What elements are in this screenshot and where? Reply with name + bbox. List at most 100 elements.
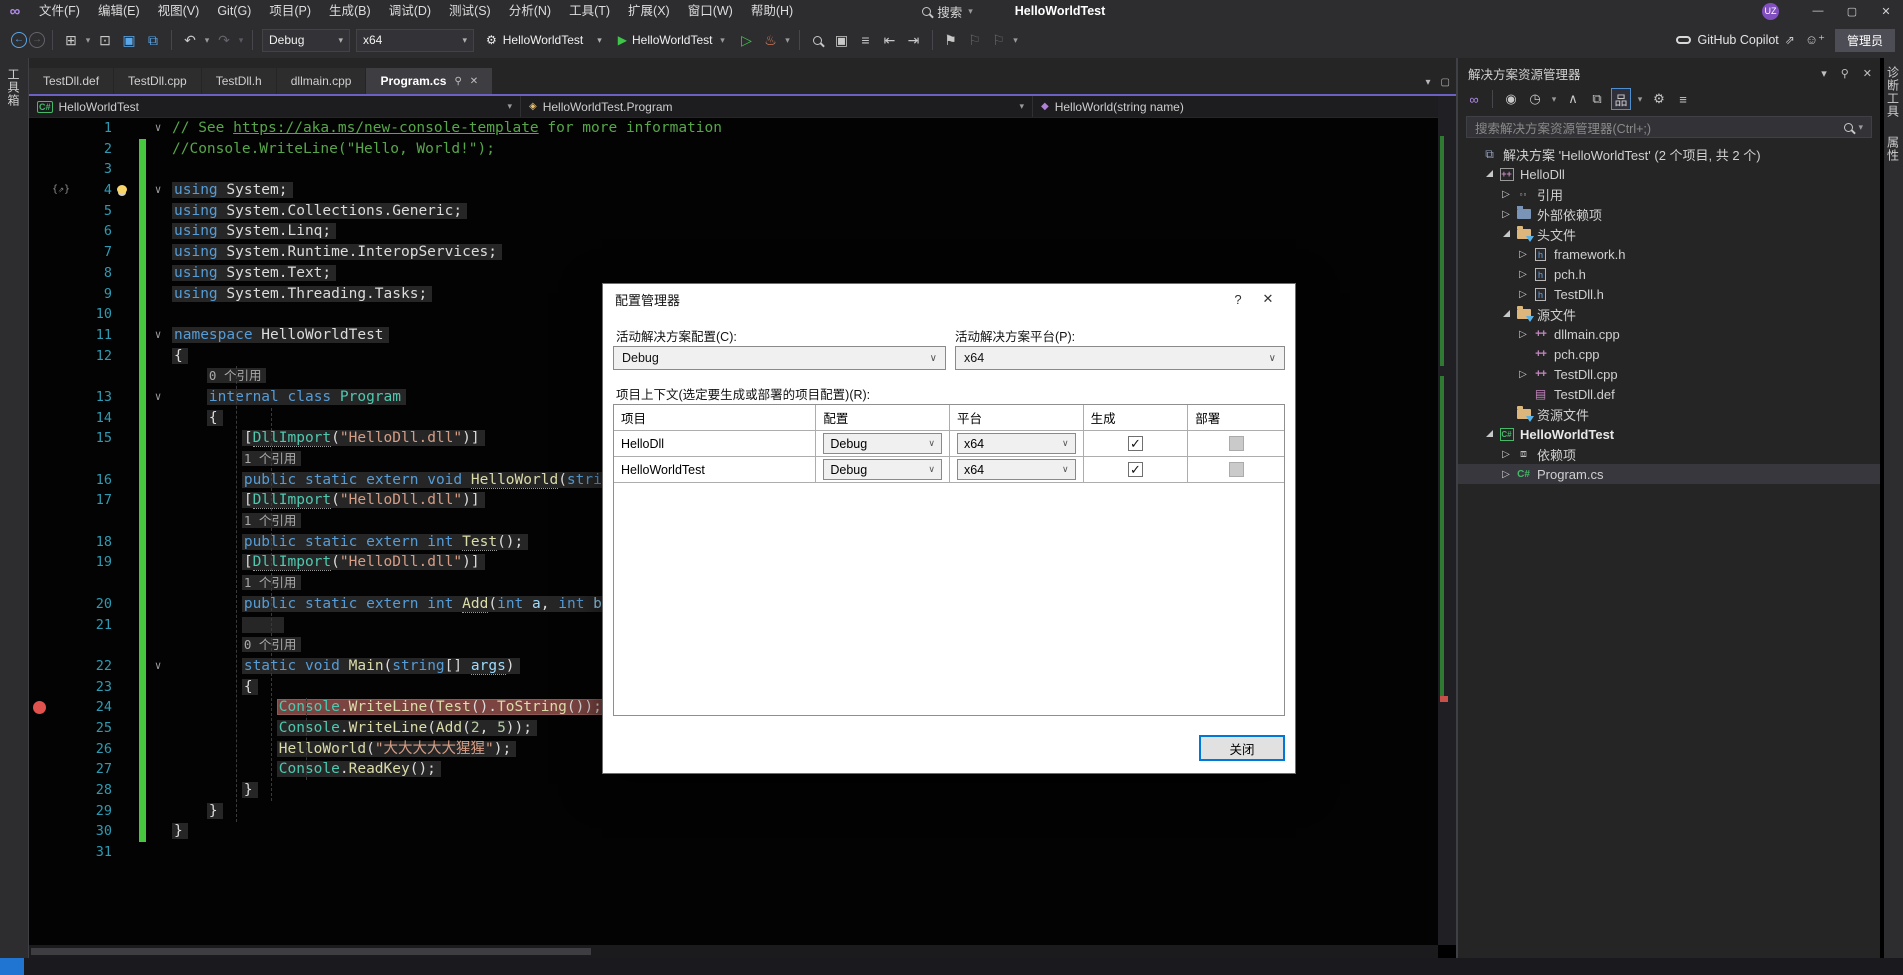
editor-horizontal-scrollbar[interactable] bbox=[29, 945, 1438, 958]
window-position-chevron-icon[interactable]: ▾ bbox=[1821, 67, 1827, 80]
breakpoint-margin[interactable] bbox=[29, 449, 49, 470]
configuration-select[interactable]: Debug▾ bbox=[262, 29, 350, 52]
expander-closed-icon[interactable]: ▷ bbox=[1517, 369, 1529, 380]
breakpoint-margin[interactable] bbox=[29, 511, 49, 532]
breakpoint-margin[interactable] bbox=[29, 490, 49, 511]
close-icon[interactable]: ✕ bbox=[1863, 67, 1872, 80]
fold-marker[interactable] bbox=[149, 511, 167, 532]
fold-marker[interactable] bbox=[149, 139, 167, 160]
fold-marker[interactable] bbox=[149, 242, 167, 263]
chevron-down-icon[interactable]: ▾ bbox=[236, 35, 246, 46]
platform-select[interactable]: x64▾ bbox=[356, 29, 474, 52]
fold-marker[interactable] bbox=[149, 594, 167, 615]
breakpoint-icon[interactable] bbox=[33, 701, 46, 714]
fold-marker[interactable] bbox=[149, 697, 167, 718]
expander-closed-icon[interactable]: ▷ bbox=[1500, 469, 1512, 480]
breakpoint-margin[interactable] bbox=[29, 221, 49, 242]
tab-Program.cs[interactable]: Program.cs⚲✕ bbox=[366, 68, 492, 94]
hot-reload-icon[interactable]: ♨ bbox=[760, 28, 782, 52]
feedback-button[interactable] bbox=[0, 958, 24, 975]
fold-marker[interactable] bbox=[149, 842, 167, 863]
tree-item-资源文件[interactable]: 资源文件 bbox=[1458, 404, 1880, 424]
properties-icon[interactable]: ⚙ bbox=[1649, 88, 1669, 110]
fold-marker[interactable] bbox=[149, 780, 167, 801]
fold-marker[interactable]: ∨ bbox=[149, 656, 167, 677]
close-icon[interactable]: ✕ bbox=[1253, 291, 1283, 307]
tab-dllmain.cpp[interactable]: dllmain.cpp bbox=[277, 68, 366, 94]
scrollbar-thumb[interactable] bbox=[31, 948, 591, 955]
fold-marker[interactable] bbox=[149, 449, 167, 470]
show-whitespace-icon[interactable]: ≡ bbox=[855, 28, 877, 52]
breakpoint-margin[interactable] bbox=[29, 325, 49, 346]
fold-marker[interactable] bbox=[149, 759, 167, 780]
expander-closed-icon[interactable]: ▷ bbox=[1517, 269, 1529, 280]
fold-marker[interactable] bbox=[149, 490, 167, 511]
build-checkbox[interactable]: ✓ bbox=[1128, 436, 1143, 451]
fold-marker[interactable] bbox=[149, 801, 167, 822]
save-icon[interactable]: ▣ bbox=[118, 28, 140, 52]
fold-marker[interactable] bbox=[149, 304, 167, 325]
expander-closed-icon[interactable]: ▷ bbox=[1500, 189, 1512, 200]
indent-increase-icon[interactable]: ⇥ bbox=[903, 28, 925, 52]
breakpoint-margin[interactable] bbox=[29, 718, 49, 739]
breakpoint-margin[interactable] bbox=[29, 470, 49, 491]
chevron-down-icon[interactable]: ▾ bbox=[1011, 35, 1021, 46]
tree-item-HelloWorldTest[interactable]: C#HelloWorldTest bbox=[1458, 424, 1880, 444]
sync-with-active-document-icon[interactable]: ⧉ bbox=[1587, 88, 1607, 110]
toolbox-side-tab[interactable]: 工具箱 bbox=[0, 58, 29, 958]
breadcrumb-project-dropdown[interactable]: C# HelloWorldTest ▾ bbox=[29, 96, 521, 117]
tree-item-解决方案 'HelloWorldTest' (2 个项目, 共 2 个)[interactable]: ⧉解决方案 'HelloWorldTest' (2 个项目, 共 2 个) bbox=[1458, 144, 1880, 164]
collapse-all-icon[interactable]: ∧ bbox=[1563, 88, 1583, 110]
navigate-forward-icon[interactable]: → bbox=[29, 32, 45, 48]
open-file-icon[interactable]: ⊡ bbox=[94, 28, 116, 52]
tab-TestDll.cpp[interactable]: TestDll.cpp bbox=[114, 68, 201, 94]
tree-item-pch.h[interactable]: ▷hpch.h bbox=[1458, 264, 1880, 284]
fold-marker[interactable]: ∨ bbox=[149, 118, 167, 139]
next-bookmark-icon[interactable]: ⚐ bbox=[988, 28, 1010, 52]
fold-marker[interactable] bbox=[149, 366, 167, 387]
breakpoint-margin[interactable] bbox=[29, 635, 49, 656]
breakpoint-margin[interactable] bbox=[29, 284, 49, 305]
project-configuration-select[interactable]: Debug∨ bbox=[823, 433, 942, 454]
previous-bookmark-icon[interactable]: ⚐ bbox=[964, 28, 986, 52]
expander-open-icon[interactable] bbox=[1500, 309, 1512, 320]
build-checkbox[interactable]: ✓ bbox=[1128, 462, 1143, 477]
fold-marker[interactable] bbox=[149, 677, 167, 698]
github-copilot-button[interactable]: GitHub Copilot ⇗ bbox=[1676, 33, 1794, 47]
pin-icon[interactable]: ⚲ bbox=[454, 76, 461, 87]
breadcrumb-member-dropdown[interactable]: ◆ HelloWorld(string name) bbox=[1033, 96, 1456, 117]
tree-item-pch.cpp[interactable]: ++pch.cpp bbox=[1458, 344, 1880, 364]
tree-item-头文件[interactable]: 头文件 bbox=[1458, 224, 1880, 244]
menu-item[interactable]: 项目(P) bbox=[260, 4, 320, 18]
tab-list-chevron-icon[interactable]: ▾ bbox=[1426, 77, 1431, 88]
startup-project-select[interactable]: ⚙HelloWorldTest▾ bbox=[480, 29, 608, 52]
tree-item-TestDll.def[interactable]: ▤TestDll.def bbox=[1458, 384, 1880, 404]
tree-item-源文件[interactable]: 源文件 bbox=[1458, 304, 1880, 324]
expander-closed-icon[interactable]: ▷ bbox=[1517, 329, 1529, 340]
chevron-down-icon[interactable]: ▾ bbox=[83, 35, 93, 46]
editor-vertical-scrollbar[interactable] bbox=[1438, 96, 1456, 945]
toggle-bookmark-icon[interactable]: ⚑ bbox=[940, 28, 962, 52]
all-files-icon[interactable]: ◉ bbox=[1501, 88, 1521, 110]
expander-closed-icon[interactable]: ▷ bbox=[1500, 209, 1512, 220]
breakpoint-margin[interactable] bbox=[29, 677, 49, 698]
menu-item[interactable]: 视图(V) bbox=[149, 4, 209, 18]
breakpoint-margin[interactable] bbox=[29, 594, 49, 615]
breakpoint-margin[interactable] bbox=[29, 304, 49, 325]
fold-marker[interactable] bbox=[149, 573, 167, 594]
chevron-down-icon[interactable]: ▾ bbox=[202, 35, 212, 46]
undo-icon[interactable]: ↶ bbox=[179, 28, 201, 52]
expander-closed-icon[interactable]: ▷ bbox=[1500, 449, 1512, 460]
tree-item-引用[interactable]: ▷▫▫引用 bbox=[1458, 184, 1880, 204]
breakpoint-margin[interactable] bbox=[29, 408, 49, 429]
navigate-back-icon[interactable]: ← bbox=[11, 32, 27, 48]
chevron-down-icon[interactable]: ▾ bbox=[1549, 94, 1559, 105]
fold-marker[interactable] bbox=[149, 346, 167, 367]
breakpoint-margin[interactable] bbox=[29, 159, 49, 180]
tree-item-Program.cs[interactable]: ▷C#Program.cs bbox=[1458, 464, 1880, 484]
breakpoint-margin[interactable] bbox=[29, 118, 49, 139]
fold-marker[interactable] bbox=[149, 408, 167, 429]
fold-marker[interactable] bbox=[149, 221, 167, 242]
find-in-files-icon[interactable] bbox=[807, 28, 829, 52]
tree-item-外部依赖项[interactable]: ▷外部依赖项 bbox=[1458, 204, 1880, 224]
